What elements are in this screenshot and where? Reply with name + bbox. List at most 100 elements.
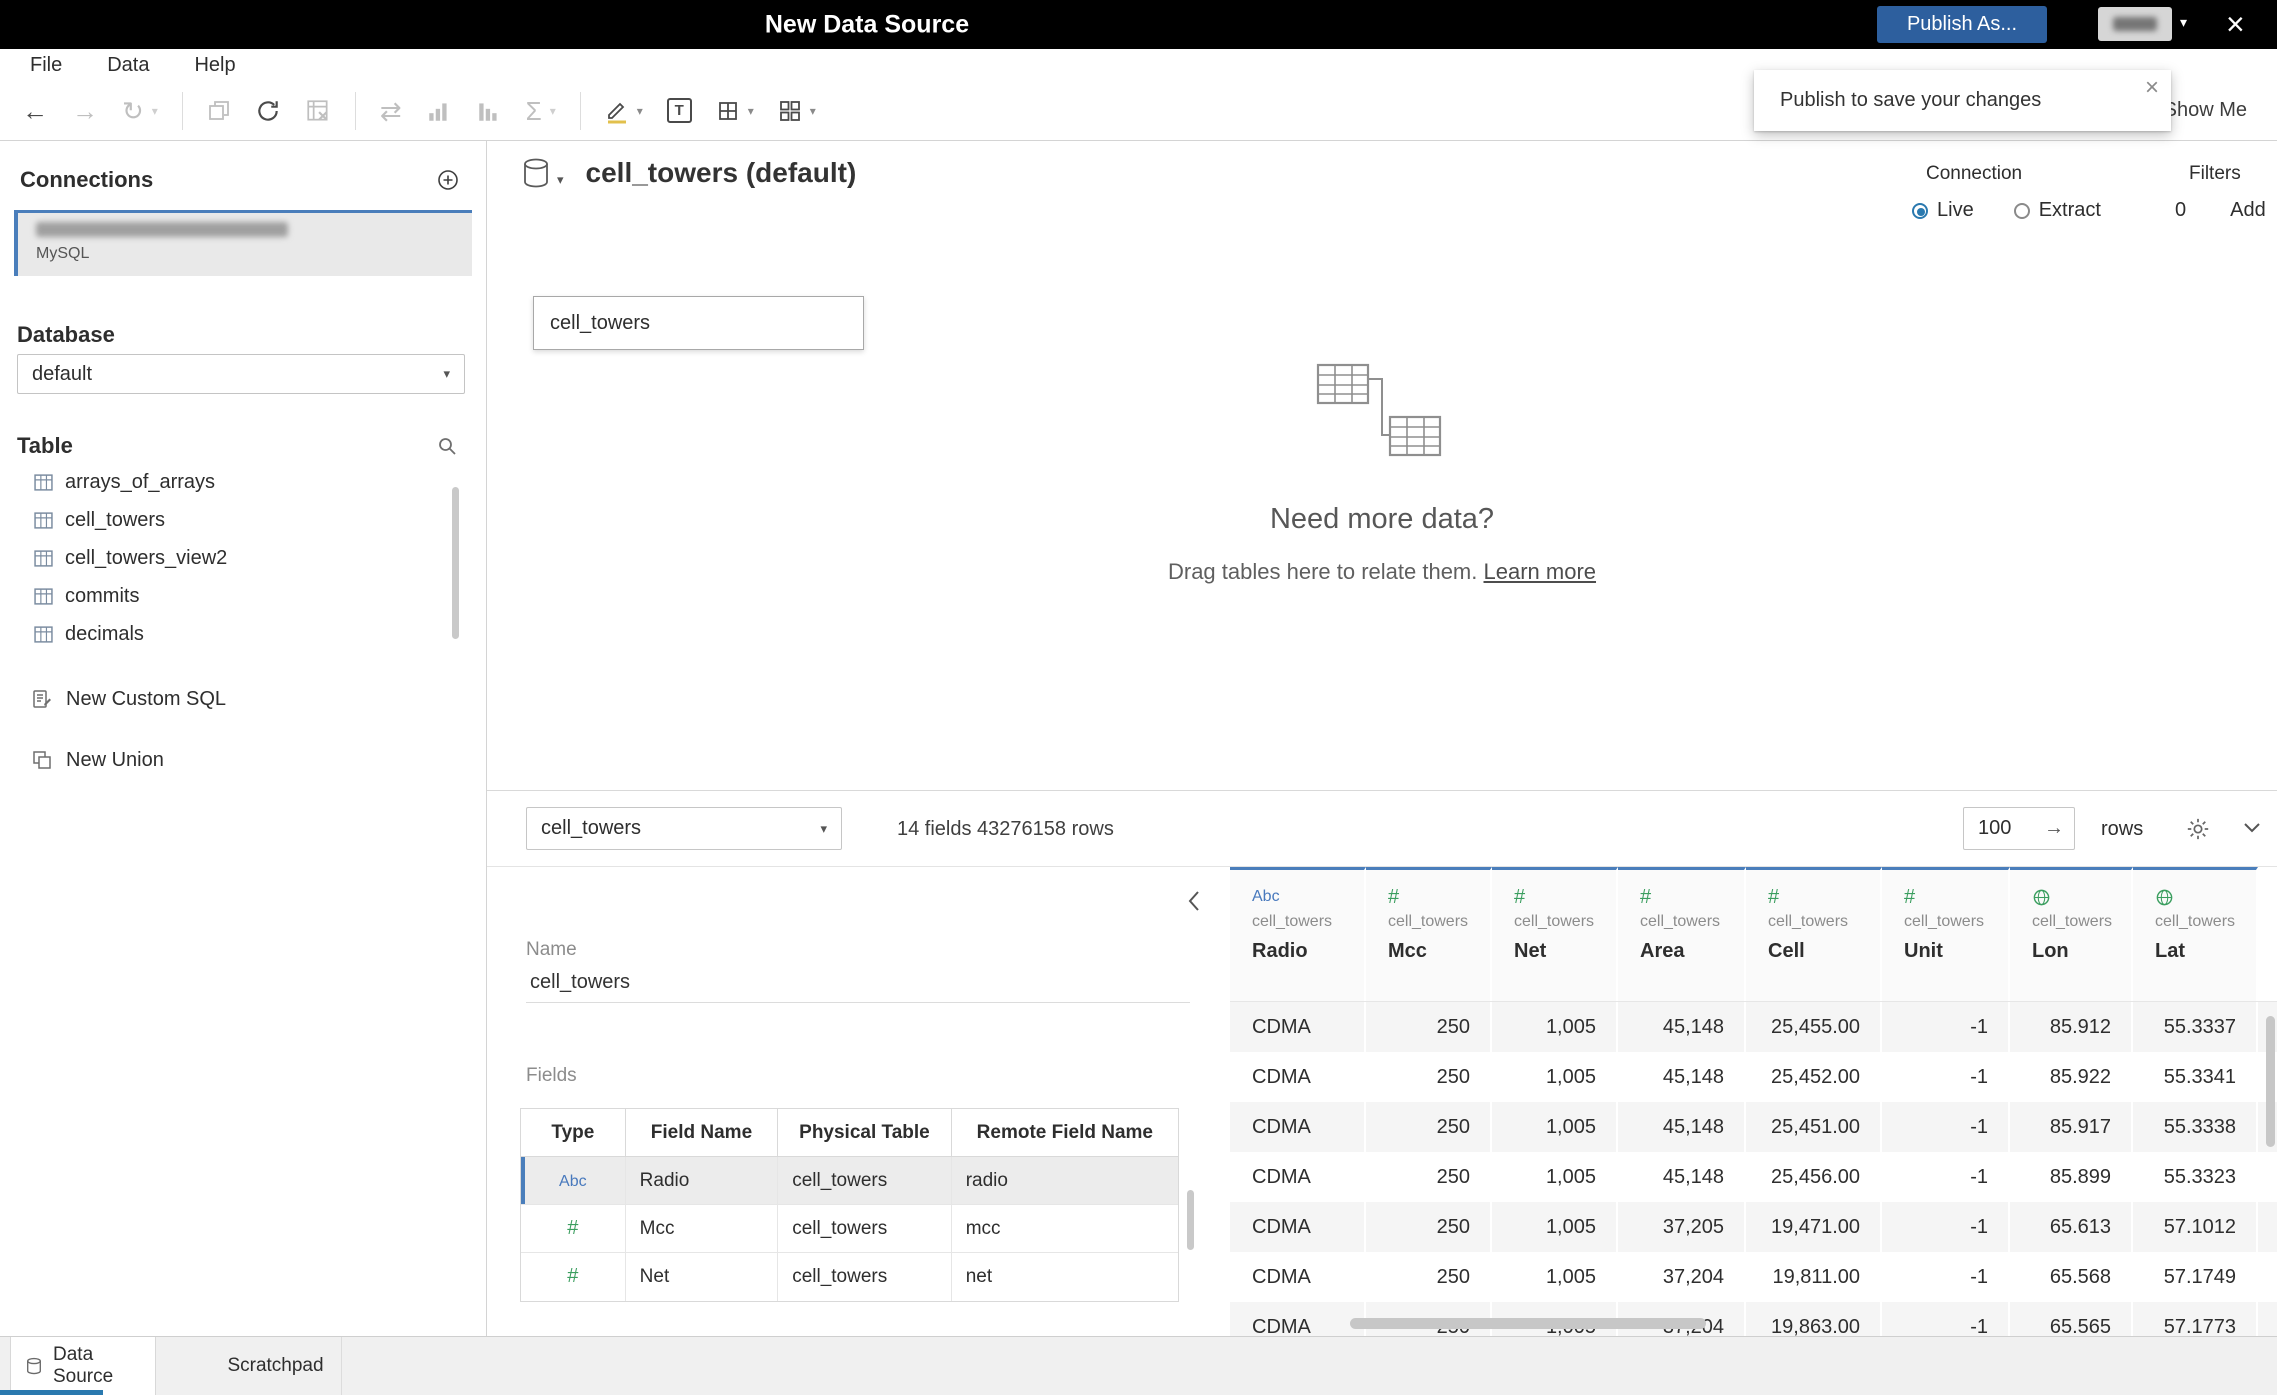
- panel-collapse-icon[interactable]: [1187, 889, 1201, 913]
- replay-caret-icon[interactable]: ▾: [152, 104, 158, 118]
- field-name-cell: Radio: [626, 1157, 779, 1204]
- grid-cell: 65.613: [2010, 1202, 2133, 1252]
- account-menu[interactable]: [2098, 7, 2172, 41]
- data-source-tab-label: Data Source: [53, 1344, 114, 1387]
- tab-data-source[interactable]: Data Source: [10, 1337, 156, 1395]
- table-list-item[interactable]: decimals: [0, 615, 470, 653]
- fields-scrollbar[interactable]: [1187, 1190, 1194, 1250]
- table-selector[interactable]: cell_towers ▾: [526, 807, 842, 850]
- table-list-item[interactable]: arrays_of_arrays: [0, 463, 470, 501]
- table-list-item[interactable]: commits: [0, 577, 470, 615]
- redo-icon[interactable]: →: [72, 98, 98, 124]
- grid-cell: 45,148: [1618, 1002, 1746, 1052]
- field-row[interactable]: # Net cell_towers net: [521, 1253, 1178, 1301]
- datasource-caret-icon[interactable]: ▾: [557, 172, 564, 188]
- field-metadata-panel: Name cell_towers Fields Type Field Name …: [487, 867, 1230, 1336]
- filters-add-button[interactable]: Add: [2230, 199, 2266, 222]
- grid-settings-gear-icon[interactable]: [2185, 816, 2211, 842]
- grid-row[interactable]: CDMA 250 1,005 45,148 25,452.00 -1 85.922 55.33…: [1230, 1052, 2277, 1102]
- new-custom-sql-label: New Custom SQL: [66, 687, 227, 710]
- grid-cell: 45,148: [1618, 1102, 1746, 1152]
- filters-count: 0: [2175, 199, 2187, 221]
- menu-file[interactable]: File: [30, 54, 62, 77]
- replay-icon[interactable]: ↻: [122, 98, 144, 124]
- undo-icon[interactable]: ←: [22, 98, 48, 124]
- grid-row[interactable]: CDMA 250 1,005 45,148 25,455.00 -1 85.912 55.33…: [1230, 1002, 2277, 1052]
- scratchpad-tab-label: Scratchpad: [227, 1355, 324, 1376]
- publish-as-button[interactable]: Publish As...: [1877, 6, 2047, 43]
- connection-extract-radio[interactable]: Extract: [2013, 199, 2101, 222]
- table-list-item[interactable]: cell_towers_view2: [0, 539, 470, 577]
- column-table-label: cell_towers: [2032, 913, 2113, 930]
- grid-column-header[interactable]: Abc cell_towers Radio: [1230, 867, 1366, 1001]
- new-data-source-icon[interactable]: [207, 99, 231, 123]
- grid-horizontal-scrollbar[interactable]: [1350, 1318, 1706, 1329]
- table-list: arrays_of_arrays cell_towers cell_towers_v…: [0, 463, 470, 653]
- highlight-icon[interactable]: [605, 98, 629, 124]
- grid-column-header[interactable]: cell_towers Lat: [2133, 867, 2258, 1001]
- grid-column-header[interactable]: # cell_towers Area: [1618, 867, 1746, 1001]
- menu-data[interactable]: Data: [107, 54, 149, 77]
- clear-sheet-icon[interactable]: [305, 98, 331, 124]
- totals-caret-icon[interactable]: ▾: [550, 104, 556, 118]
- tab-scratchpad[interactable]: Scratchpad: [210, 1337, 342, 1395]
- menu-help[interactable]: Help: [194, 54, 235, 77]
- empty-state-title: Need more data?: [1269, 503, 1495, 535]
- grid-column-header[interactable]: # cell_towers Mcc: [1366, 867, 1492, 1001]
- account-caret-icon[interactable]: ▾: [2180, 14, 2187, 31]
- view-options-caret-icon[interactable]: ▾: [810, 104, 816, 118]
- show-me-button[interactable]: Show Me: [2164, 99, 2247, 122]
- connection-live-radio[interactable]: Live: [1912, 199, 1974, 222]
- grid-row[interactable]: CDMA 250 1,005 45,148 25,456.00 -1 85.899 55.33…: [1230, 1152, 2277, 1202]
- sort-descending-icon[interactable]: [476, 98, 502, 124]
- connections-header: Connections: [20, 167, 154, 192]
- field-row[interactable]: # Mcc cell_towers mcc: [521, 1205, 1178, 1253]
- cell-size-caret-icon[interactable]: ▾: [748, 104, 754, 118]
- titlebar: New Data Source Publish As... ▾ ×: [0, 0, 2277, 49]
- fields-rows-summary: 14 fields 43276158 rows: [897, 818, 1114, 840]
- window-close-icon[interactable]: ×: [2226, 0, 2245, 49]
- totals-icon[interactable]: Σ: [526, 98, 542, 124]
- grid-column-header[interactable]: # cell_towers Unit: [1882, 867, 2010, 1001]
- table-list-item[interactable]: cell_towers: [0, 501, 470, 539]
- grid-collapse-chevron-icon[interactable]: [2242, 821, 2262, 835]
- row-limit-input[interactable]: 100 →: [1963, 807, 2075, 850]
- grid-cell: 57.1773: [2133, 1302, 2258, 1336]
- grid-column-header[interactable]: cell_towers Lon: [2010, 867, 2133, 1001]
- learn-more-link[interactable]: Learn more: [1484, 559, 1597, 584]
- database-select[interactable]: default ▾: [17, 354, 465, 394]
- datasource-icon[interactable]: [523, 158, 549, 188]
- table-icon: [34, 587, 53, 605]
- cell-size-icon[interactable]: [716, 99, 740, 123]
- add-connection-icon[interactable]: [436, 168, 460, 192]
- grid-cell: 57.1012: [2133, 1202, 2258, 1252]
- grid-row[interactable]: CDMA 250 1,005 37,204 19,811.00 -1 65.568 57.17…: [1230, 1252, 2277, 1302]
- swap-rows-columns-icon[interactable]: ⇄: [380, 98, 402, 124]
- grid-cell: 85.912: [2010, 1002, 2133, 1052]
- tooltip-close-icon[interactable]: ×: [2145, 74, 2159, 102]
- grid-cell: 55.3338: [2133, 1102, 2258, 1152]
- number-type-icon: #: [1514, 885, 1526, 908]
- column-table-label: cell_towers: [1640, 913, 1721, 930]
- sort-ascending-icon[interactable]: [426, 98, 452, 124]
- row-limit-apply-icon[interactable]: →: [2044, 817, 2064, 840]
- highlight-caret-icon[interactable]: ▾: [637, 104, 643, 118]
- field-row[interactable]: Abc Radio cell_towers radio: [521, 1157, 1178, 1205]
- new-union[interactable]: New Union: [0, 738, 164, 782]
- grid-row[interactable]: CDMA 250 1,005 37,205 19,471.00 -1 65.613 57.10…: [1230, 1202, 2277, 1252]
- name-input[interactable]: cell_towers: [526, 967, 1190, 1003]
- live-radio-label: Live: [1937, 199, 1974, 221]
- connection-item[interactable]: MySQL: [14, 210, 472, 276]
- view-options-icon[interactable]: [778, 99, 802, 123]
- new-custom-sql[interactable]: New Custom SQL: [0, 677, 226, 721]
- text-label-icon[interactable]: T: [666, 98, 692, 123]
- grid-vertical-scrollbar[interactable]: [2266, 1016, 2275, 1147]
- grid-row[interactable]: CDMA 250 1,005 45,148 25,451.00 -1 85.917 55.33…: [1230, 1102, 2277, 1152]
- sidebar-scrollbar[interactable]: [452, 487, 459, 639]
- table-search-icon[interactable]: [437, 436, 457, 456]
- grid-column-header[interactable]: # cell_towers Net: [1492, 867, 1618, 1001]
- canvas-table-node[interactable]: cell_towers: [533, 296, 864, 350]
- refresh-data-icon[interactable]: [255, 98, 281, 124]
- grid-column-header[interactable]: # cell_towers Cell: [1746, 867, 1882, 1001]
- connection-name-redacted: [36, 222, 288, 237]
